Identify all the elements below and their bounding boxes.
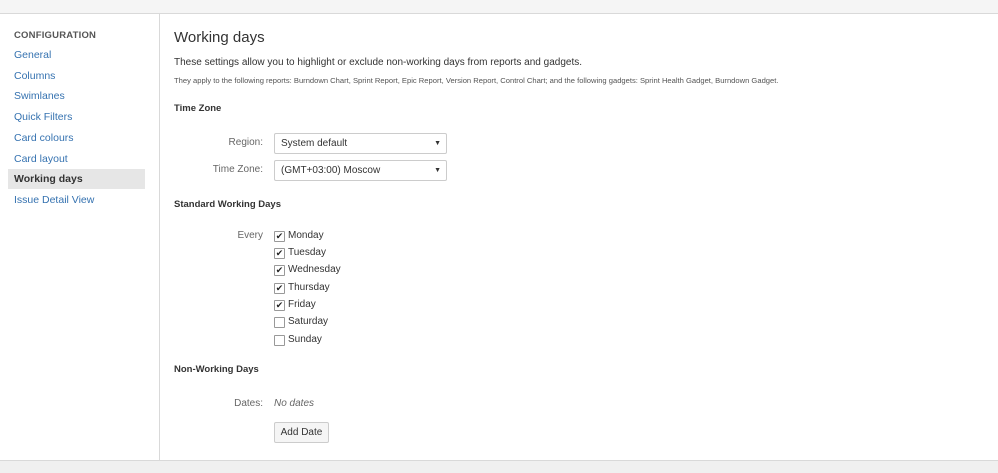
- checkbox-icon[interactable]: ✔: [274, 231, 285, 242]
- dates-label: Dates:: [234, 398, 263, 409]
- checkbox-icon[interactable]: ✔: [274, 265, 285, 276]
- day-label: Saturday: [288, 316, 329, 327]
- checkbox-icon[interactable]: ✔: [274, 300, 285, 311]
- day-label: Tuesday: [288, 247, 326, 258]
- timezone-select[interactable]: (GMT+03:00) Moscow ▼: [274, 160, 447, 181]
- sidebar-item-issue-detail-view[interactable]: Issue Detail View: [8, 190, 145, 210]
- non-working-days-heading: Non-Working Days: [174, 364, 259, 375]
- sidebar-item-swimlanes[interactable]: Swimlanes: [8, 86, 145, 106]
- every-label: Every: [237, 230, 263, 241]
- region-label: Region:: [228, 137, 263, 148]
- dropdown-arrow-icon: ▼: [434, 167, 441, 174]
- page-title: Working days: [174, 29, 265, 46]
- checkbox-icon[interactable]: [274, 335, 285, 346]
- region-select[interactable]: System default ▼: [274, 133, 447, 154]
- time-zone-heading: Time Zone: [174, 103, 222, 114]
- sidebar-item-quick-filters[interactable]: Quick Filters: [8, 107, 145, 127]
- timezone-label: Time Zone:: [212, 164, 263, 175]
- day-label: Sunday: [288, 334, 322, 345]
- sidebar-item-card-colours[interactable]: Card colours: [8, 128, 145, 148]
- checkbox-icon[interactable]: ✔: [274, 283, 285, 294]
- page-description: These settings allow you to highlight or…: [174, 57, 583, 68]
- checkbox-icon[interactable]: [274, 317, 285, 328]
- day-label: Friday: [288, 299, 316, 310]
- sidebar: CONFIGURATION General Columns Swimlanes …: [0, 14, 160, 460]
- dropdown-arrow-icon: ▼: [434, 140, 441, 147]
- day-label: Wednesday: [288, 264, 341, 275]
- checkbox-icon[interactable]: ✔: [274, 248, 285, 259]
- sidebar-item-card-layout[interactable]: Card layout: [8, 149, 145, 169]
- standard-working-days-heading: Standard Working Days: [174, 199, 281, 210]
- add-date-button[interactable]: Add Date: [274, 422, 329, 443]
- page-frame: CONFIGURATION General Columns Swimlanes …: [0, 14, 998, 460]
- sidebar-heading: CONFIGURATION: [14, 30, 97, 41]
- region-select-value: System default: [281, 138, 348, 149]
- no-dates-text: No dates: [274, 398, 315, 409]
- day-label: Thursday: [288, 282, 330, 293]
- top-bar: [0, 0, 998, 14]
- sidebar-item-columns[interactable]: Columns: [8, 66, 145, 86]
- page-subdescription: They apply to the following reports: Bur…: [174, 76, 779, 85]
- timezone-select-value: (GMT+03:00) Moscow: [281, 165, 381, 176]
- sidebar-item-general[interactable]: General: [8, 45, 145, 65]
- sidebar-item-working-days[interactable]: Working days: [8, 169, 145, 189]
- bottom-bar: [0, 460, 998, 473]
- day-label: Monday: [288, 230, 324, 241]
